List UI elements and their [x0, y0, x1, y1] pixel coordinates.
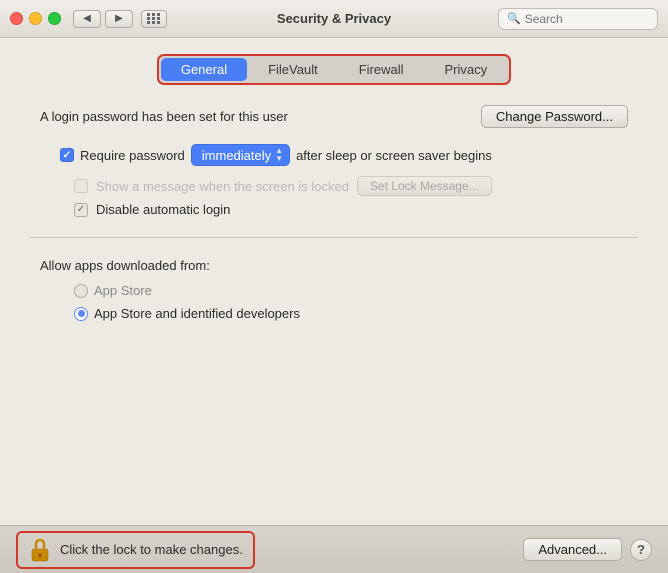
- show-message-label: Show a message when the screen is locked: [96, 179, 349, 194]
- app-store-developers-radio[interactable]: [74, 307, 88, 321]
- minimize-button[interactable]: [29, 12, 42, 25]
- app-store-developers-label: App Store and identified developers: [94, 306, 300, 321]
- forward-button[interactable]: ▶: [105, 10, 133, 28]
- tabs-container: General FileVault Firewall Privacy: [157, 54, 511, 85]
- advanced-button[interactable]: Advanced...: [523, 538, 622, 561]
- require-password-label: Require password: [80, 148, 185, 163]
- nav-buttons: ◀ ▶: [73, 10, 133, 28]
- titlebar: ◀ ▶ Security & Privacy 🔍: [0, 0, 668, 38]
- help-button[interactable]: ?: [630, 539, 652, 561]
- login-password-row: A login password has been set for this u…: [30, 105, 638, 128]
- settings-area: A login password has been set for this u…: [20, 105, 648, 573]
- tab-firewall[interactable]: Firewall: [339, 58, 424, 81]
- allow-apps-label: Allow apps downloaded from:: [30, 258, 638, 273]
- tab-filevault[interactable]: FileVault: [248, 58, 338, 81]
- require-password-row: Require password immediately ▲ ▼ after s…: [30, 144, 638, 166]
- tabs-wrapper: General FileVault Firewall Privacy: [20, 54, 648, 85]
- divider: [30, 237, 638, 238]
- require-password-checkbox[interactable]: [60, 148, 74, 162]
- change-password-button[interactable]: Change Password...: [481, 105, 628, 128]
- disable-auto-login-checkbox[interactable]: [74, 203, 88, 217]
- back-button[interactable]: ◀: [73, 10, 101, 28]
- search-box[interactable]: 🔍: [498, 8, 658, 30]
- lock-svg-icon: [30, 538, 50, 562]
- app-store-radio-row: App Store: [30, 283, 638, 298]
- window-title: Security & Privacy: [277, 11, 391, 26]
- traffic-lights: [10, 12, 61, 25]
- show-message-row: Show a message when the screen is locked…: [30, 176, 638, 196]
- search-input[interactable]: [525, 12, 649, 26]
- lock-message-text: Click the lock to make changes.: [60, 542, 243, 557]
- tab-general[interactable]: General: [161, 58, 247, 81]
- close-button[interactable]: [10, 12, 23, 25]
- bottom-bar: Click the lock to make changes. Advanced…: [0, 525, 668, 573]
- grid-button[interactable]: [141, 10, 167, 28]
- immediately-value: immediately: [202, 148, 271, 163]
- disable-auto-login-label: Disable automatic login: [96, 202, 230, 217]
- set-lock-message-button[interactable]: Set Lock Message...: [357, 176, 492, 196]
- app-store-developers-radio-row: App Store and identified developers: [30, 306, 638, 321]
- lock-icon[interactable]: [28, 537, 52, 563]
- show-message-checkbox[interactable]: [74, 179, 88, 193]
- bottom-right: Advanced... ?: [523, 538, 652, 561]
- grid-icon: [147, 13, 161, 24]
- forward-icon: ▶: [115, 13, 123, 24]
- lock-section: Click the lock to make changes.: [16, 531, 255, 569]
- login-password-text: A login password has been set for this u…: [40, 109, 288, 124]
- search-icon: 🔍: [507, 12, 521, 25]
- app-store-label: App Store: [94, 283, 152, 298]
- disable-auto-login-row: Disable automatic login: [30, 202, 638, 217]
- immediately-dropdown[interactable]: immediately ▲ ▼: [191, 144, 290, 166]
- app-store-radio[interactable]: [74, 284, 88, 298]
- back-icon: ◀: [83, 13, 91, 24]
- dropdown-arrows-icon: ▲ ▼: [275, 147, 283, 163]
- tab-privacy[interactable]: Privacy: [425, 58, 508, 81]
- after-sleep-label: after sleep or screen saver begins: [296, 148, 492, 163]
- main-content: General FileVault Firewall Privacy A log…: [0, 38, 668, 573]
- maximize-button[interactable]: [48, 12, 61, 25]
